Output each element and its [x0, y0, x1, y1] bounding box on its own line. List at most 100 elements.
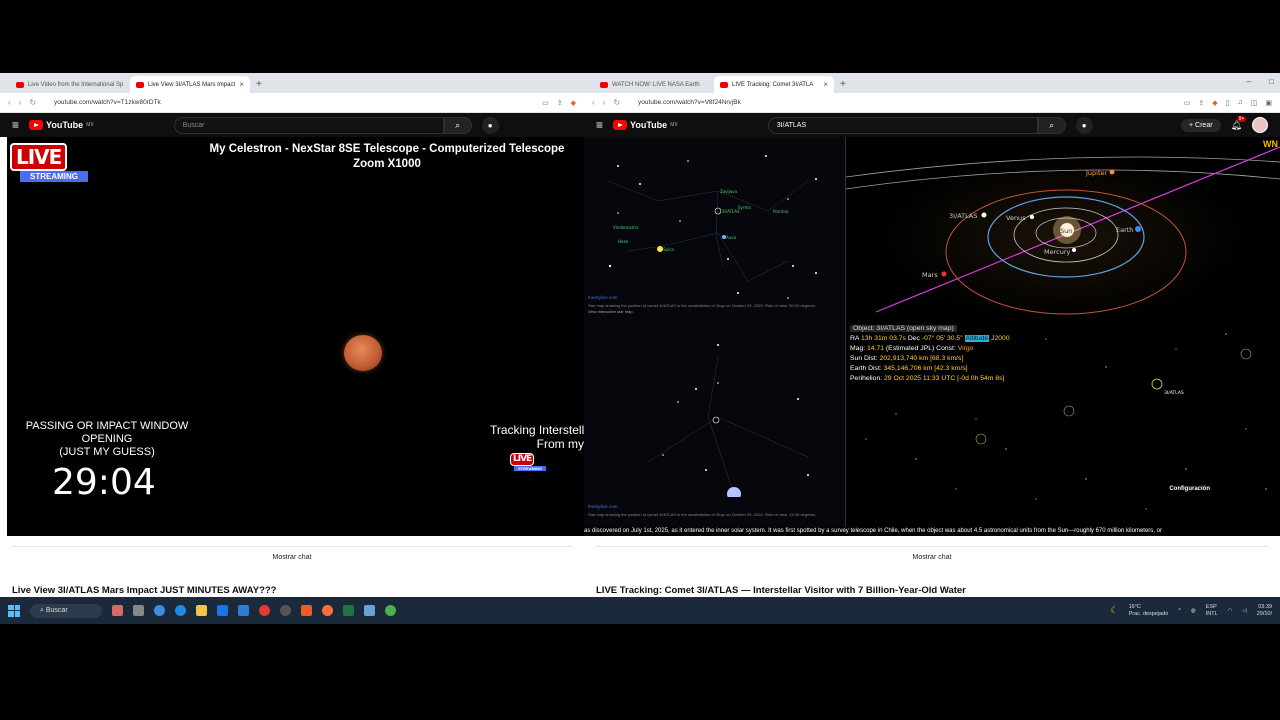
youtube-logo[interactable]: YouTube MX — [613, 120, 678, 130]
object-name[interactable]: Object: 3I/ATLAS (open sky map) — [850, 325, 957, 332]
photos-icon[interactable] — [238, 605, 249, 616]
left-tab-atlas[interactable]: Live View 3I/ATLAS Mars Impact × — [130, 76, 250, 93]
configuration-button[interactable]: Configuración — [1169, 486, 1210, 492]
sun-dist-value: 202,913,740 km [68.3 km/s] — [879, 355, 964, 362]
planet-label: Jupiter — [1085, 169, 1108, 177]
close-tab-icon[interactable]: × — [239, 80, 244, 89]
volume-icon[interactable]: ◁ — [1242, 608, 1246, 614]
weather-widget[interactable]: 16°C Prac. despejado — [1129, 604, 1169, 618]
notifications-icon[interactable]: 🔔︎ 9+ — [1231, 115, 1247, 131]
extensions-area: ▭ ⇪ ◆ ▯ ♫ ◫ ▣ — [1184, 99, 1272, 107]
language-indicator[interactable]: ESP INTL — [1206, 604, 1218, 618]
sky-site-label[interactable]: theskylive.com — [588, 504, 618, 509]
create-button[interactable]: + Crear — [1181, 118, 1221, 132]
star — [617, 165, 619, 167]
tab-label: Live View 3I/ATLAS Mars Impact — [148, 81, 236, 88]
youtube-logo[interactable]: YouTube MX — [29, 120, 94, 130]
clock[interactable]: 03:39 29/10/ — [1257, 604, 1272, 618]
video-title: Live View 3I/ATLAS Mars Impact JUST MINU… — [12, 585, 277, 596]
avatar[interactable] — [1252, 117, 1268, 133]
star-label: Spica — [663, 247, 674, 252]
app-icon[interactable] — [259, 605, 270, 616]
menu-icon[interactable]: ≡ — [596, 118, 603, 132]
below-video-area: Mostrar chat LIVE Tracking: Comet 3I/ATL… — [584, 536, 1280, 597]
url-field[interactable]: youtube.com/watch?v=T1zkw80rDTk — [44, 99, 534, 106]
brave-shield-icon[interactable]: ◆ — [1212, 99, 1217, 107]
atlas-object — [981, 212, 987, 218]
task-view-icon[interactable] — [133, 605, 144, 616]
taskbar-search[interactable]: ⌕ Buscar — [30, 603, 102, 618]
share-icon[interactable]: ⇪ — [557, 99, 563, 107]
widget-icon[interactable] — [112, 605, 123, 616]
youtube-play-icon — [613, 120, 628, 130]
constellation-line — [607, 180, 809, 212]
chrome-alt-icon[interactable] — [385, 605, 396, 616]
right-address-bar: ‹ › ↻ youtube.com/watch?v=V8f24NrvjBk ▭ … — [584, 93, 1280, 113]
youtube-favicon-icon — [136, 81, 144, 88]
minimize-icon[interactable]: – — [1247, 77, 1251, 86]
show-chat-button[interactable]: Mostrar chat — [913, 554, 952, 561]
close-tab-icon[interactable]: × — [823, 80, 828, 89]
streaming-label: STREAMING — [20, 171, 88, 182]
music-icon[interactable]: ♫ — [1238, 99, 1243, 107]
url-field[interactable]: youtube.com/watch?v=V8f24NrvjBk — [628, 99, 1176, 106]
windows-start-icon[interactable] — [8, 604, 20, 617]
left-tab-iss[interactable]: Live Video from the International Sp — [10, 76, 130, 93]
brave-icon[interactable] — [301, 605, 312, 616]
cast-icon[interactable]: ▭ — [1184, 99, 1191, 107]
share-icon[interactable]: ⇪ — [1198, 99, 1204, 107]
extensions-icon[interactable]: ◫ — [1251, 99, 1258, 107]
sky-site-label[interactable]: theskylive.com — [588, 295, 618, 300]
system-tray: ☾ 16°C Prac. despejado ^ ◍ ESP INTL ◠ ◁ … — [1111, 604, 1273, 618]
right-video-player[interactable]: Spica 3I/ATLAS Porrima Vindemiatrix Zavi… — [584, 137, 1280, 536]
chevron-up-icon[interactable]: ^ — [1178, 608, 1181, 614]
logo-region: MX — [670, 122, 678, 128]
new-tab-button[interactable]: + — [250, 76, 268, 93]
star — [717, 382, 719, 384]
passing-line: OPENING — [81, 433, 133, 445]
menu-icon[interactable]: ≡ — [12, 118, 19, 132]
store-icon[interactable] — [217, 605, 228, 616]
right-tab-tracking[interactable]: LIVE Tracking: Comet 3I/ATLA × — [714, 76, 834, 93]
notepad-icon[interactable] — [364, 605, 375, 616]
youtube-favicon-icon — [720, 81, 728, 88]
windows-taskbar: ⌕ Buscar ☾ 16°C Prac. despejado ^ ◍ ESP … — [0, 597, 1280, 624]
search-icon[interactable]: ⌕ — [443, 116, 472, 134]
star-label: Syrma — [738, 205, 751, 210]
sky-caption-link[interactable]: View interactive star map — [588, 309, 842, 314]
search-input[interactable]: 3I/ATLAS — [767, 116, 1038, 134]
divider — [12, 546, 572, 547]
forward-icon[interactable]: › — [19, 98, 22, 107]
cast-icon[interactable]: ▭ — [542, 99, 549, 107]
wallet-icon[interactable]: ▣ — [1265, 99, 1272, 107]
forward-icon[interactable]: › — [603, 98, 606, 107]
chrome-icon[interactable] — [154, 605, 165, 616]
left-video-player[interactable]: LIVE STREAMING My Celestron - NexStar 8S… — [7, 137, 584, 536]
microphone-icon[interactable]: ● — [481, 116, 499, 134]
sidebar-icon[interactable]: ▯ — [1226, 99, 1230, 107]
back-icon[interactable]: ‹ — [592, 98, 595, 107]
search-icon[interactable]: ⌕ — [1037, 116, 1066, 134]
file-explorer-icon[interactable] — [196, 605, 207, 616]
lang2: INTL — [1205, 610, 1218, 617]
firefox-icon[interactable] — [322, 605, 333, 616]
edge-icon[interactable] — [175, 605, 186, 616]
brave-shield-icon[interactable]: ◆ — [571, 99, 576, 107]
network-icon[interactable]: ◍ — [1191, 608, 1196, 614]
constellation-line — [627, 232, 789, 282]
show-chat-button[interactable]: Mostrar chat — [273, 554, 312, 561]
star — [765, 155, 767, 157]
dell-icon[interactable] — [280, 605, 291, 616]
right-tab-nasa[interactable]: WATCH NOW: LIVE NASA Earth — [594, 76, 714, 93]
maximize-icon[interactable]: □ — [1269, 77, 1274, 86]
live-label: LIVE — [10, 143, 68, 171]
new-tab-button[interactable]: + — [834, 76, 852, 93]
star — [1185, 468, 1187, 470]
search-input[interactable]: Buscar — [173, 116, 444, 134]
back-icon[interactable]: ‹ — [8, 98, 11, 107]
wifi-icon[interactable]: ◠ — [1228, 608, 1233, 614]
reload-icon[interactable]: ↻ — [29, 98, 36, 107]
reload-icon[interactable]: ↻ — [613, 98, 620, 107]
microphone-icon[interactable]: ● — [1075, 116, 1093, 134]
excel-icon[interactable] — [343, 605, 354, 616]
